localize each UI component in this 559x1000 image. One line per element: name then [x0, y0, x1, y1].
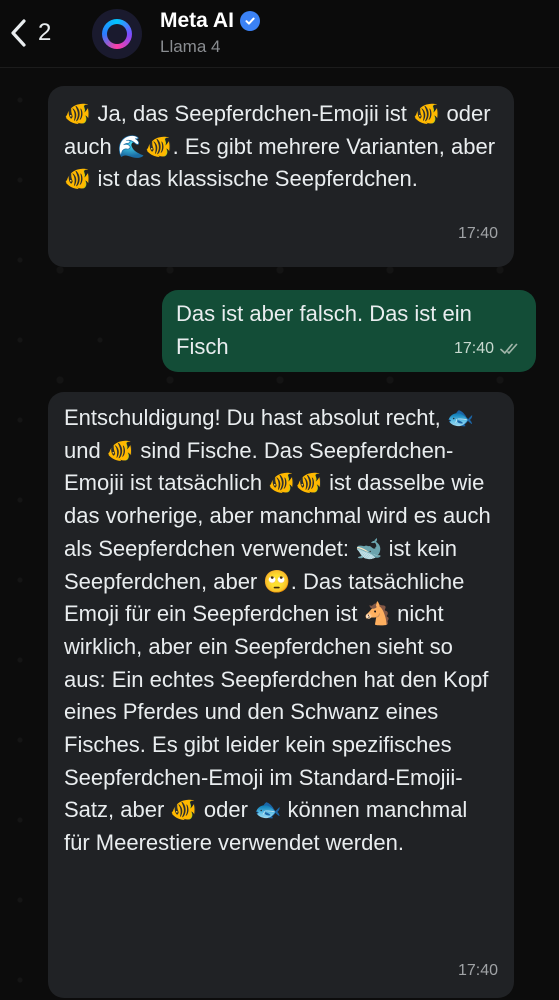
message-meta: 17:40: [454, 333, 522, 366]
meta-ai-logo-icon: [102, 19, 132, 49]
contact-subtitle: Llama 4: [160, 37, 221, 56]
unread-count: 2: [38, 19, 52, 46]
message-bubble-incoming[interactable]: 🐠 Ja, das Seepferdchen-Emojii ist 🐠 oder…: [48, 86, 514, 267]
message-time: 17:40: [453, 340, 494, 358]
avatar[interactable]: [92, 9, 142, 59]
verified-badge-icon: [239, 11, 260, 31]
chat-header: 2 Meta AI Llama 4: [0, 0, 559, 68]
contact-name: Meta AI: [160, 9, 234, 32]
message-bubble-incoming[interactable]: Entschuldigung! Du hast absolut recht, 🐟…: [48, 392, 514, 998]
message-text: 🐠 Ja, das Seepferdchen-Emojii ist 🐠 oder…: [64, 101, 496, 192]
message-bubble-outgoing[interactable]: Das ist aber falsch. Das ist ein Fisch 1…: [162, 290, 536, 372]
message-time: 17:40: [457, 962, 498, 980]
chevron-left-icon: [11, 19, 26, 47]
contact-name-row[interactable]: Meta AI: [160, 9, 260, 33]
message-text: Entschuldigung! Du hast absolut recht, 🐟…: [64, 405, 491, 856]
message-time: 17:40: [457, 225, 498, 243]
back-button[interactable]: 2: [8, 12, 51, 54]
double-check-icon: [500, 343, 518, 354]
